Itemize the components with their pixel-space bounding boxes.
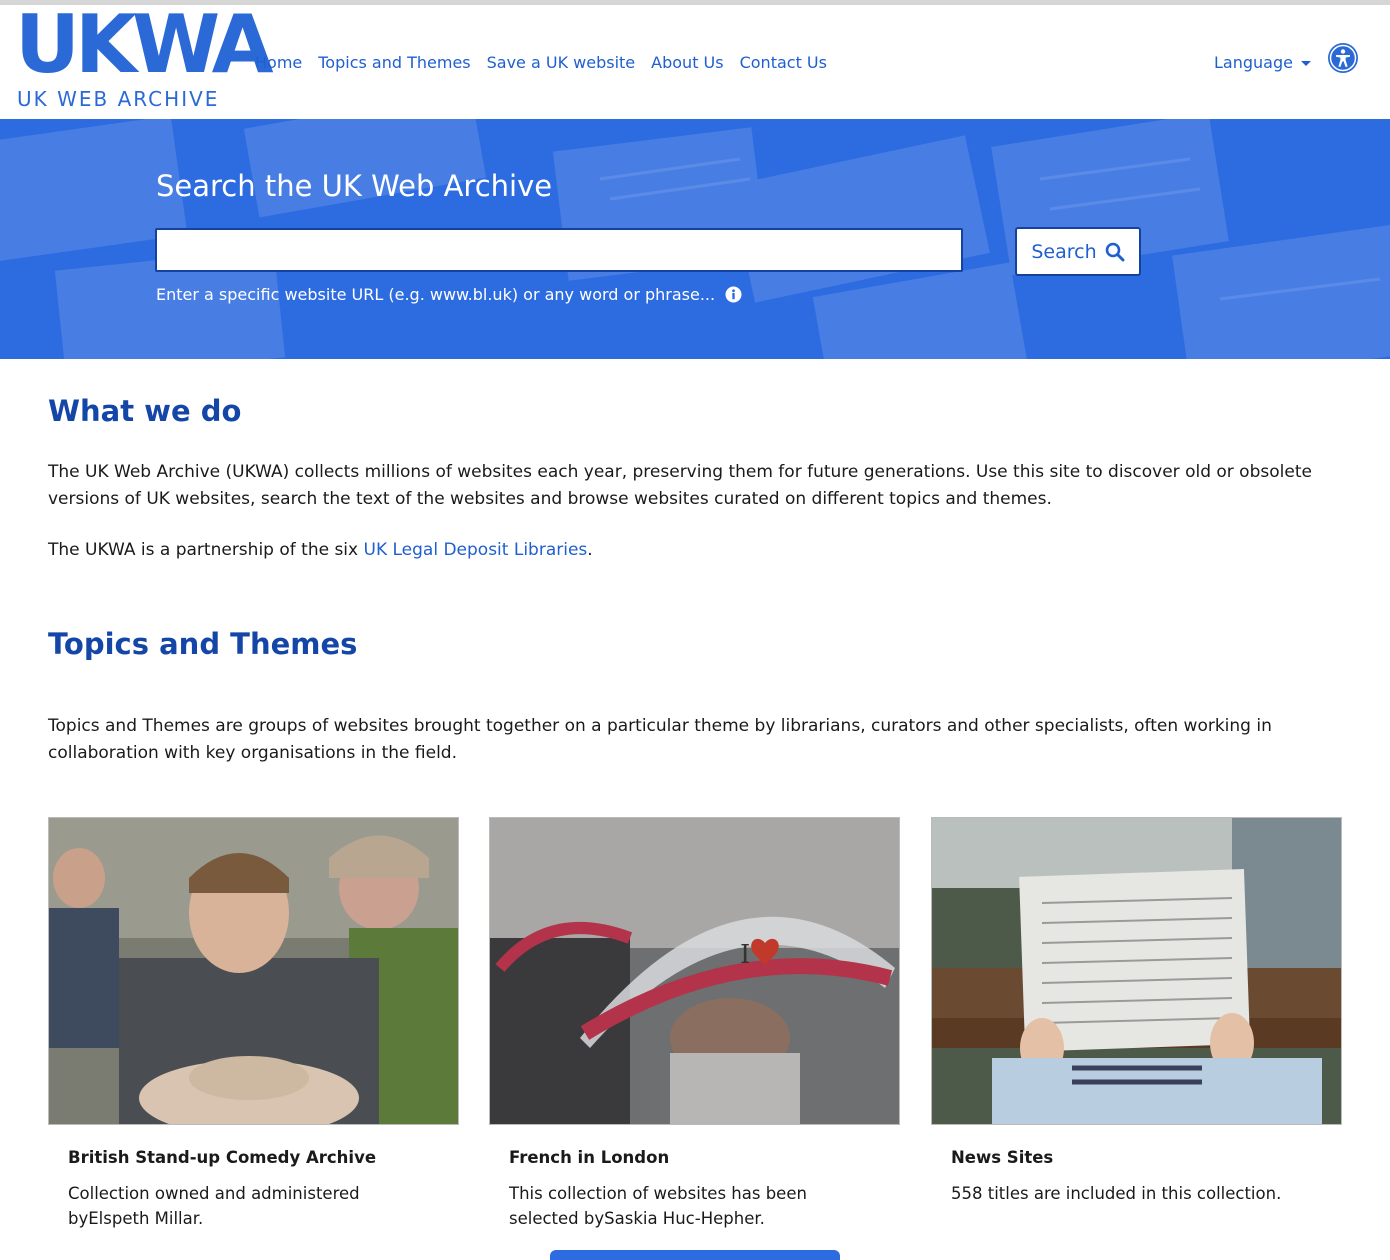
logo-mark: UKWA: [15, 0, 274, 91]
language-dropdown[interactable]: Language: [1214, 53, 1311, 72]
card-image[interactable]: [931, 817, 1342, 1125]
topics-heading: Topics and Themes: [48, 627, 358, 661]
info-icon[interactable]: [725, 286, 742, 303]
main-nav: Home Topics and Themes Save a UK website…: [255, 53, 827, 72]
search-input[interactable]: [155, 228, 963, 272]
card-image[interactable]: [48, 817, 459, 1125]
legal-deposit-libraries-link[interactable]: UK Legal Deposit Libraries: [364, 540, 588, 560]
caret-down-icon: [1300, 61, 1311, 66]
language-label: Language: [1214, 53, 1293, 72]
hero-search-banner: Search the UK Web Archive Search Enter a…: [0, 119, 1390, 359]
topic-card[interactable]: I French in London This collection of we…: [489, 817, 900, 1231]
partnership-prefix: The UKWA is a partnership of the six: [48, 540, 364, 560]
card-description: This collection of websites has been sel…: [509, 1184, 807, 1228]
nav-save-a-uk-website[interactable]: Save a UK website: [487, 53, 636, 72]
search-button[interactable]: Search: [1015, 227, 1141, 276]
view-all-button-edge[interactable]: [550, 1250, 840, 1260]
site-header: UKWA UK WEB ARCHIVE Home Topics and Them…: [0, 5, 1390, 119]
nav-topics-and-themes[interactable]: Topics and Themes: [318, 53, 470, 72]
search-hint: Enter a specific website URL (e.g. www.b…: [156, 285, 742, 304]
topic-card[interactable]: British Stand-up Comedy Archive Collecti…: [48, 817, 459, 1231]
london-umbrella-photo-image: I: [490, 818, 899, 1124]
topic-card[interactable]: News Sites 558 titles are included in th…: [931, 817, 1342, 1206]
nav-contact-us[interactable]: Contact Us: [740, 53, 827, 72]
card-image[interactable]: I: [489, 817, 900, 1125]
accessibility-icon[interactable]: [1327, 42, 1359, 74]
nav-about-us[interactable]: About Us: [651, 53, 723, 72]
what-we-do-heading: What we do: [48, 394, 242, 428]
card-description: 558 titles are included in this collecti…: [951, 1184, 1282, 1203]
card-title[interactable]: French in London: [509, 1148, 900, 1167]
newspaper-reader-photo-image: [932, 818, 1341, 1124]
what-we-do-paragraph: The UK Web Archive (UKWA) collects milli…: [48, 462, 1312, 509]
search-icon: [1105, 242, 1125, 261]
search-button-label: Search: [1031, 240, 1097, 263]
card-title[interactable]: News Sites: [951, 1148, 1342, 1167]
logo-subtitle: UK WEB ARCHIVE: [17, 87, 220, 111]
ukwa-logo[interactable]: UKWA UK WEB ARCHIVE: [15, 5, 274, 113]
partnership-suffix: .: [587, 540, 593, 560]
search-hint-text: Enter a specific website URL (e.g. www.b…: [156, 285, 716, 304]
svg-text:I: I: [740, 940, 750, 970]
topics-paragraph: Topics and Themes are groups of websites…: [48, 716, 1272, 763]
card-description: Collection owned and administered byElsp…: [68, 1184, 360, 1228]
card-title[interactable]: British Stand-up Comedy Archive: [68, 1148, 459, 1167]
partnership-paragraph: The UKWA is a partnership of the six UK …: [48, 537, 1338, 564]
comedy-photo-image: [49, 818, 458, 1124]
hero-title: Search the UK Web Archive: [156, 169, 553, 203]
nav-home[interactable]: Home: [255, 53, 302, 72]
